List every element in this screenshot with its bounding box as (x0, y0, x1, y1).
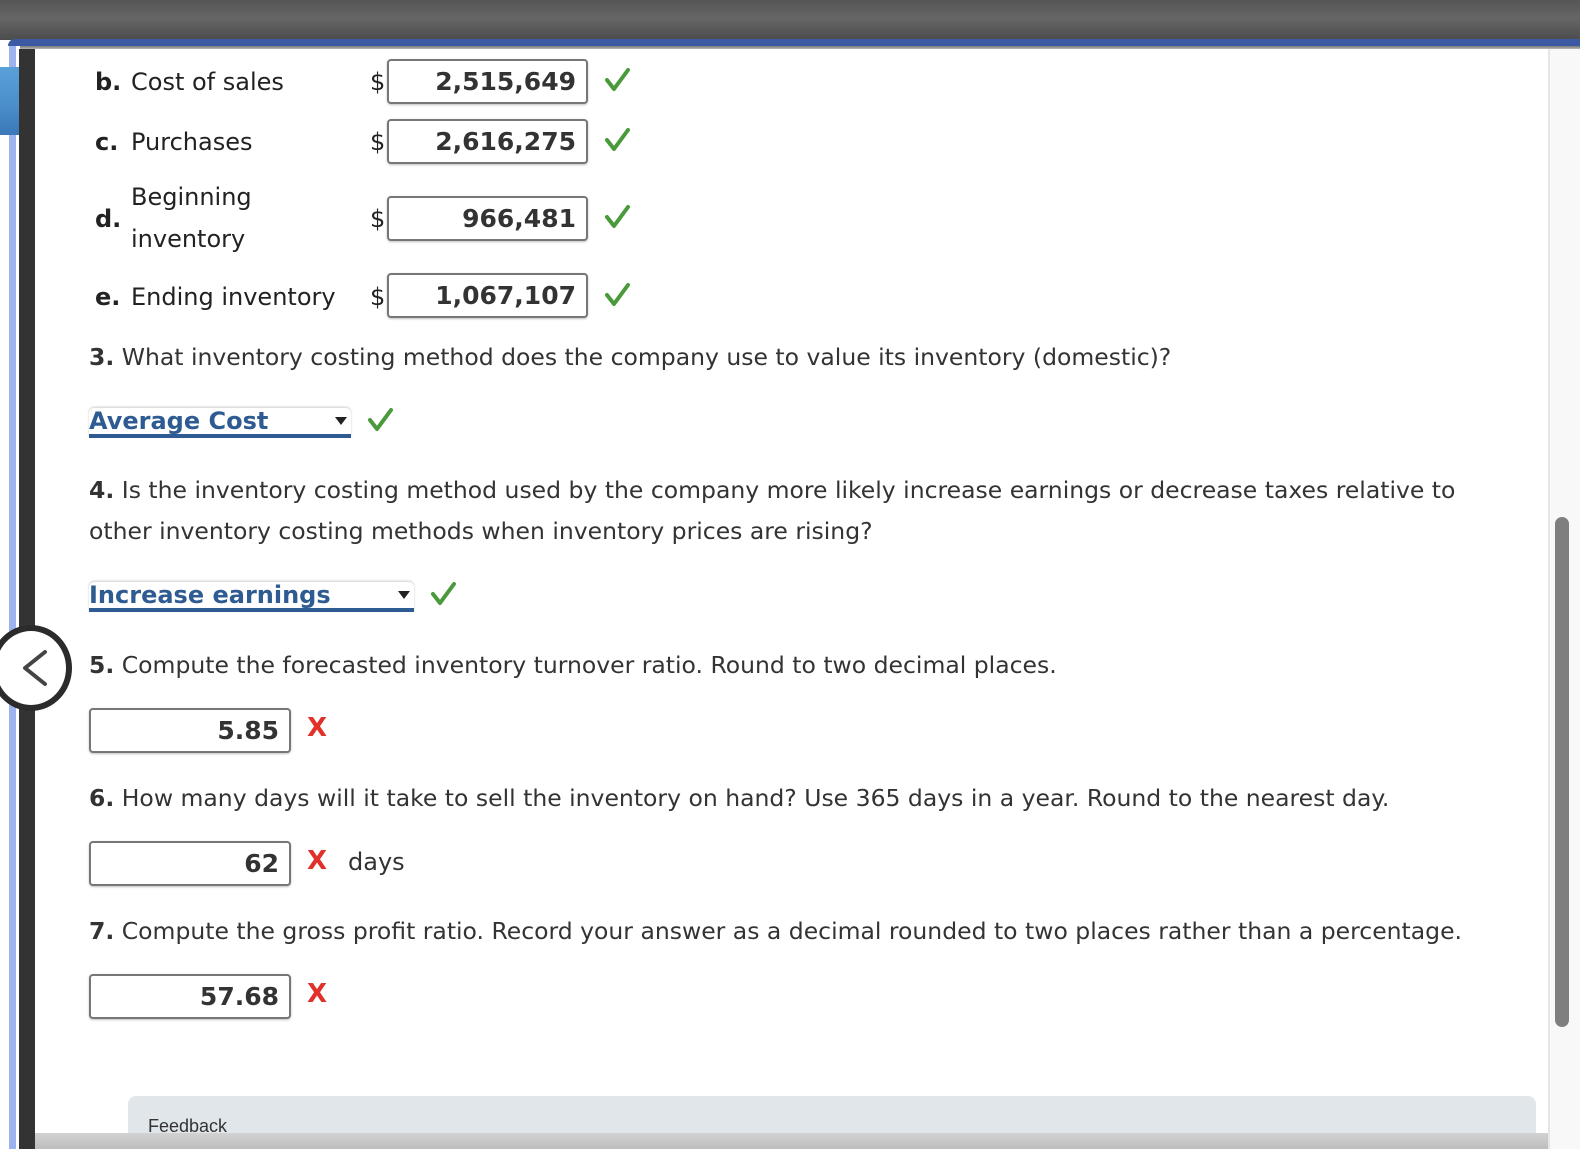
incorrect-x-icon: X (307, 979, 328, 1009)
question-number: 4. (89, 476, 115, 504)
question-text-line2: other inventory costing methods when inv… (89, 517, 873, 545)
question-6: 6. How many days will it take to sell th… (89, 778, 1389, 819)
item-beginning-inventory: d. Beginning inventory (95, 183, 355, 263)
costing-method-select[interactable]: Average Cost (89, 408, 351, 438)
earnings-effect-select[interactable]: Increase earnings (89, 582, 414, 612)
selected-value: Increase earnings (89, 581, 331, 609)
item-letter: d. (95, 205, 122, 233)
chevron-down-icon (335, 417, 347, 425)
left-rail-dark (19, 49, 35, 1149)
question-5: 5. Compute the forecasted inventory turn… (89, 645, 1057, 686)
question-number: 5. (89, 651, 115, 679)
currency-symbol: $ (370, 68, 386, 96)
left-rail-light (9, 46, 16, 1149)
bottom-edge (35, 1133, 1580, 1149)
beginning-inventory-input[interactable]: 966,481 (387, 196, 588, 241)
item-label: Purchases (131, 128, 253, 156)
check-icon (605, 205, 630, 228)
browser-top-bar (0, 0, 1580, 40)
item-label: Ending inventory (131, 283, 336, 311)
currency-symbol: $ (370, 128, 386, 156)
incorrect-x-icon: X (307, 846, 328, 876)
unit-label: days (348, 848, 405, 876)
item-letter: c. (95, 128, 119, 156)
check-icon (605, 68, 630, 91)
turnover-ratio-input[interactable]: 5.85 (89, 708, 291, 753)
item-ending-inventory: e. Ending inventory (95, 283, 365, 315)
days-to-sell-input[interactable]: 62 (89, 841, 291, 886)
scrollbar-thumb[interactable] (1555, 517, 1569, 1027)
item-letter: e. (95, 283, 121, 311)
selected-value: Average Cost (89, 407, 269, 435)
side-tab[interactable] (0, 67, 19, 135)
question-text: How many days will it take to sell the i… (121, 784, 1390, 812)
incorrect-x-icon: X (307, 713, 328, 743)
item-cost-of-sales: b. Cost of sales (95, 68, 355, 100)
cost-of-sales-input[interactable]: 2,515,649 (387, 59, 588, 104)
question-text: Compute the gross profit ratio. Record y… (121, 917, 1462, 945)
question-7: 7. Compute the gross profit ratio. Recor… (89, 911, 1462, 952)
chevron-left-icon (23, 650, 47, 686)
check-icon (368, 408, 393, 431)
currency-symbol: $ (370, 205, 386, 233)
item-label-line2: inventory (131, 225, 246, 253)
question-number: 6. (89, 784, 115, 812)
question-text: Compute the forecasted inventory turnove… (121, 651, 1057, 679)
question-4: 4. Is the inventory costing method used … (89, 470, 1455, 552)
check-icon (431, 582, 456, 605)
question-3: 3. What inventory costing method does th… (89, 337, 1171, 378)
header-accent-rule (8, 39, 1580, 46)
question-text-line1: Is the inventory costing method used by … (121, 476, 1456, 504)
item-letter: b. (95, 68, 122, 96)
currency-symbol: $ (370, 283, 386, 311)
question-number: 7. (89, 917, 115, 945)
ending-inventory-input[interactable]: 1,067,107 (387, 273, 588, 318)
chevron-down-icon (398, 591, 410, 599)
check-icon (605, 283, 630, 306)
gross-profit-ratio-input[interactable]: 57.68 (89, 974, 291, 1019)
item-label: Cost of sales (131, 68, 284, 96)
item-label-line1: Beginning (131, 183, 252, 211)
question-text: What inventory costing method does the c… (121, 343, 1172, 371)
purchases-input[interactable]: 2,616,275 (387, 119, 588, 164)
question-number: 3. (89, 343, 115, 371)
check-icon (605, 128, 630, 151)
item-purchases: c. Purchases (95, 128, 355, 160)
